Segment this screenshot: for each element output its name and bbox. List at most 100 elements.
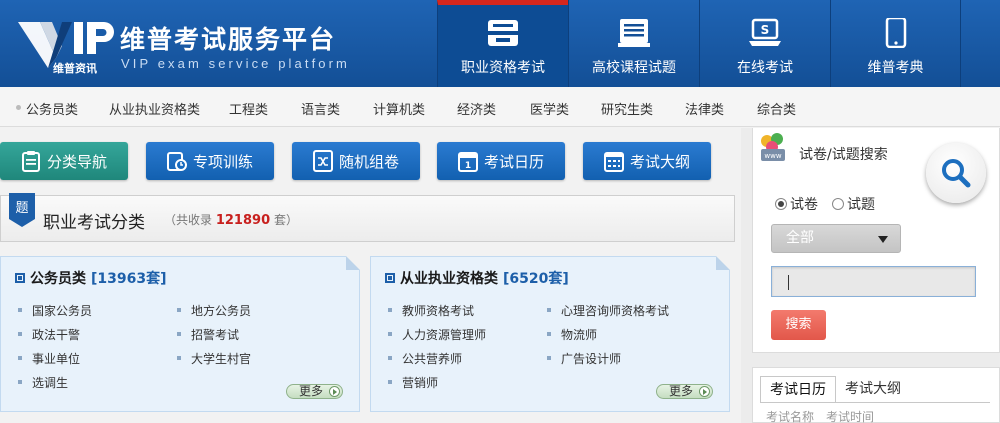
- card-item[interactable]: 国家公务员: [17, 302, 92, 319]
- card-item[interactable]: 选调生: [17, 374, 68, 391]
- card-item[interactable]: 政法干警: [17, 326, 80, 343]
- card-item[interactable]: 公共营养师: [387, 350, 462, 367]
- more-button[interactable]: 更多: [656, 384, 713, 399]
- laptop-icon: S: [749, 18, 781, 46]
- button-label: 随机组卷: [338, 152, 399, 171]
- category-qualification[interactable]: 从业执业资格类: [109, 99, 200, 118]
- category-nav-button[interactable]: 分类导航: [0, 142, 128, 180]
- card-item[interactable]: 地方公务员: [176, 302, 251, 319]
- card-item[interactable]: 事业单位: [17, 350, 80, 367]
- nav-tab-online-exam[interactable]: S 在线考试: [699, 0, 830, 87]
- arrow-right-icon: [329, 386, 340, 397]
- radio-paper[interactable]: 试卷: [775, 194, 818, 214]
- nav-tab-professional-exam[interactable]: 职业资格考试: [437, 0, 568, 87]
- card-item[interactable]: 营销师: [387, 374, 438, 391]
- more-button[interactable]: 更多: [286, 384, 343, 399]
- tab-exam-outline[interactable]: 考试大纲: [836, 376, 910, 403]
- svg-text:S: S: [761, 23, 770, 37]
- card-title: 从业执业资格类: [400, 271, 498, 287]
- site-header: 维普资讯 维普考试服务平台 VIP exam service platform …: [0, 0, 1000, 87]
- svg-text:题: 题: [15, 201, 28, 216]
- category-general[interactable]: 综合类: [757, 99, 796, 118]
- search-magnifier-button[interactable]: [926, 143, 986, 203]
- logo-subtext: 维普资讯: [53, 62, 97, 75]
- caret-down-icon: [878, 236, 888, 243]
- card-count: [13963套]: [91, 271, 167, 287]
- arrow-right-icon: [699, 386, 710, 397]
- card-item[interactable]: 人力资源管理师: [387, 326, 486, 343]
- document-list-icon: [618, 19, 650, 47]
- shuffle-icon: [312, 150, 333, 172]
- card-header[interactable]: 从业执业资格类 [6520套]: [385, 268, 569, 288]
- tablet-icon: [885, 18, 906, 48]
- svg-text:1: 1: [465, 161, 471, 171]
- tab-divider: [760, 402, 990, 403]
- category-postgraduate[interactable]: 研究生类: [601, 99, 653, 118]
- nav-tab-college-course[interactable]: 高校课程试题: [568, 0, 699, 87]
- card-count: [6520套]: [503, 271, 569, 287]
- top-navigation: 职业资格考试 高校课程试题 S 在线考试 维普考典: [437, 0, 961, 87]
- special-training-button[interactable]: 专项训练: [146, 142, 274, 180]
- column-exam-time: 考试时间: [826, 410, 875, 423]
- radio-checked-icon: [775, 198, 787, 210]
- search-type-radios: 试卷 试题: [775, 194, 875, 214]
- svg-text:www: www: [764, 152, 781, 160]
- button-label: 考试大纲: [629, 152, 690, 171]
- category-language[interactable]: 语言类: [301, 99, 340, 118]
- search-category-icon: www: [761, 133, 785, 161]
- calendar-columns: 考试名称 考试时间: [766, 408, 874, 423]
- category-card-qualification: 从业执业资格类 [6520套] 教师资格考试 心理咨询师资格考试 人力资源管理师…: [370, 256, 730, 412]
- category-medicine[interactable]: 医学类: [530, 99, 569, 118]
- text-caret: [788, 275, 789, 290]
- column-exam-name: 考试名称: [766, 410, 815, 423]
- clipboard-icon: [21, 151, 40, 172]
- radio-unchecked-icon: [832, 198, 844, 210]
- card-title: 公务员类: [30, 271, 86, 287]
- radio-question[interactable]: 试题: [832, 194, 875, 214]
- category-computer[interactable]: 计算机类: [373, 99, 425, 118]
- card-item[interactable]: 物流师: [546, 326, 597, 343]
- category-civil-servant[interactable]: 公务员类: [26, 99, 78, 118]
- category-select[interactable]: 全部: [771, 224, 901, 253]
- nav-tab-label: 维普考典: [867, 60, 924, 76]
- card-item[interactable]: 大学生村官: [176, 350, 251, 367]
- outline-icon: [603, 152, 624, 172]
- nav-tab-vip-dictionary[interactable]: 维普考典: [830, 0, 961, 87]
- button-label: 分类导航: [46, 152, 107, 171]
- nav-tab-label: 在线考试: [737, 60, 793, 76]
- calendar-icon: 1: [457, 152, 478, 172]
- section-header: 题 职业考试分类 （共收录 121890 套）: [0, 193, 735, 242]
- card-item[interactable]: 心理咨询师资格考试: [546, 302, 669, 319]
- random-paper-button[interactable]: 随机组卷: [292, 142, 420, 180]
- site-title: 维普考试服务平台: [120, 25, 337, 54]
- question-tag-icon: 题: [9, 193, 35, 227]
- section-title: 职业考试分类: [43, 213, 145, 233]
- category-economics[interactable]: 经济类: [457, 99, 496, 118]
- card-item[interactable]: 广告设计师: [546, 350, 621, 367]
- category-law[interactable]: 法律类: [685, 99, 724, 118]
- tab-exam-calendar[interactable]: 考试日历: [760, 376, 836, 403]
- search-button[interactable]: 搜索: [771, 310, 826, 340]
- expand-square-icon: [15, 273, 25, 283]
- category-card-civil-servant: 公务员类 [13963套] 国家公务员 地方公务员 政法干警 招警考试 事业单位…: [0, 256, 360, 412]
- card-item[interactable]: 招警考试: [176, 326, 239, 343]
- card-header[interactable]: 公务员类 [13963套]: [15, 268, 167, 288]
- button-label: 专项训练: [192, 152, 253, 171]
- site-subtitle: VIP exam service platform: [121, 56, 350, 71]
- bullet-icon: [16, 105, 21, 110]
- exam-outline-button[interactable]: 考试大纲: [583, 142, 711, 180]
- category-engineering[interactable]: 工程类: [229, 99, 268, 118]
- calendar-tabs: 考试日历 考试大纲: [760, 376, 910, 403]
- category-bar: 公务员类 从业执业资格类 工程类 语言类 计算机类 经济类 医学类 研究生类 法…: [0, 87, 1000, 127]
- collection-count: （共收录 121890 套）: [164, 213, 298, 228]
- card-item[interactable]: 教师资格考试: [387, 302, 474, 319]
- expand-square-icon: [385, 273, 395, 283]
- exam-calendar-button[interactable]: 1 考试日历: [437, 142, 565, 180]
- nav-tab-label: 职业资格考试: [461, 60, 545, 76]
- nav-tab-label: 高校课程试题: [592, 60, 676, 76]
- search-input[interactable]: [771, 266, 976, 297]
- button-label: 考试日历: [483, 152, 544, 171]
- timer-icon: [166, 152, 187, 171]
- magnifier-icon: [942, 159, 971, 188]
- search-panel-title: 试卷/试题搜索: [799, 147, 888, 163]
